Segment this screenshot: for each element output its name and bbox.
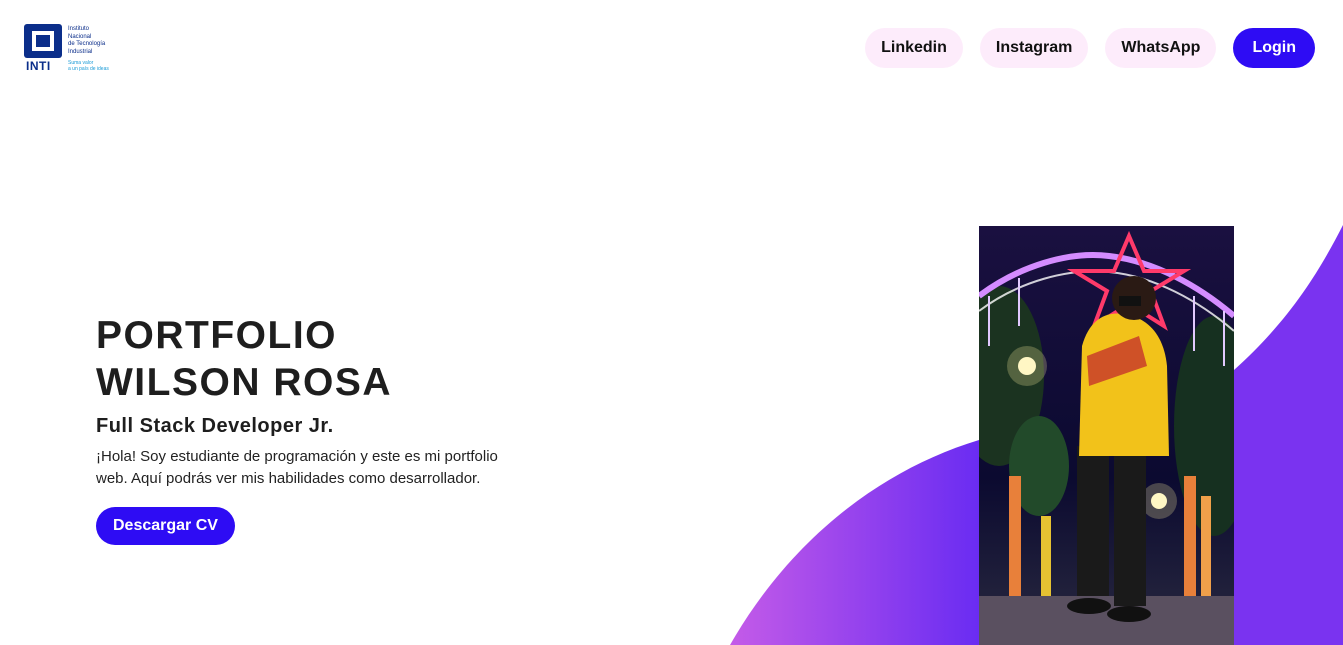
hero-description: ¡Hola! Soy estudiante de programación y … bbox=[96, 448, 498, 487]
inti-logo[interactable]: INTI Instituto Nacional de Tecnología In… bbox=[24, 22, 134, 78]
nav-link-instagram[interactable]: Instagram bbox=[979, 28, 1089, 68]
hero-subtitle: Full Stack Developer Jr. bbox=[96, 415, 334, 437]
login-button[interactable]: Login bbox=[1233, 28, 1315, 68]
download-cv-button[interactable]: Descargar CV bbox=[96, 507, 235, 545]
logo-tagline: Suma valor a un país de ideas bbox=[68, 60, 109, 72]
title-line-1: PORTFOLIO bbox=[96, 314, 337, 357]
hero-section: PORTFOLIO WILSON ROSA Full Stack Develop… bbox=[96, 312, 536, 545]
main-nav: Linkedin Instagram WhatsApp Login bbox=[865, 28, 1315, 68]
inti-logo-mark-icon bbox=[24, 22, 62, 60]
logo-acronym: INTI bbox=[26, 59, 51, 73]
site-header: INTI Instituto Nacional de Tecnología In… bbox=[0, 0, 1343, 100]
page-title: PORTFOLIO WILSON ROSA bbox=[96, 312, 536, 406]
nav-link-whatsapp[interactable]: WhatsApp bbox=[1105, 28, 1217, 68]
title-line-2: WILSON ROSA bbox=[96, 361, 392, 404]
logo-institute-name: Instituto Nacional de Tecnología Industr… bbox=[68, 26, 106, 55]
profile-photo bbox=[979, 226, 1234, 645]
nav-link-linkedin[interactable]: Linkedin bbox=[865, 28, 963, 68]
